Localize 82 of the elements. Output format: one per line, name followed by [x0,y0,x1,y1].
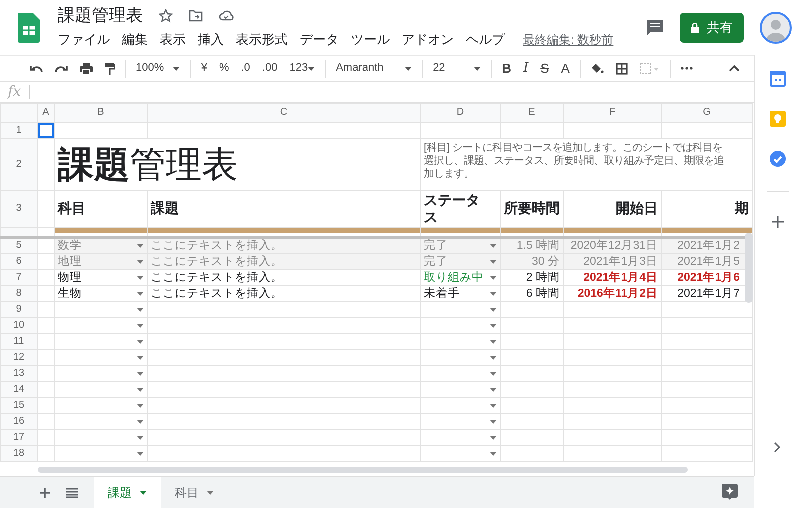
zoom-dropdown[interactable]: 100% [130,60,186,77]
column-heading: ステータス [424,192,481,226]
sheet-tab[interactable]: 課題 [94,477,161,508]
subject-cell: 生物 [58,286,82,300]
duration-cell: 30 分 [532,254,560,268]
row-header: 10 [13,320,25,330]
column-heading: 期 [735,200,749,216]
start-date-cell: 2016年11月2日 [578,286,658,300]
subject-cell: 物理 [58,270,82,284]
row-header: 17 [13,432,25,442]
document-title[interactable]: 課題管理表 [58,6,143,26]
column-heading: 所要時間 [504,200,560,216]
row-header: 7 [16,272,22,282]
column-header[interactable]: C [280,107,288,118]
status-cell: 取り組み中 [424,270,484,284]
task-cell: ここにテキストを挿入。 [151,239,283,252]
decrease-decimals-button[interactable]: .0 [235,60,256,77]
column-header[interactable]: F [609,107,616,118]
subject-cell: 地理 [58,254,82,268]
due-date-cell: 2021年1月5 [678,254,740,268]
task-cell: ここにテキストを挿入。 [151,286,283,300]
menu-item[interactable]: ヘルプ [460,30,511,50]
increase-decimals-button[interactable]: .00 [256,60,284,77]
task-cell: ここにテキストを挿入。 [151,254,283,268]
number-format-dropdown[interactable]: 123 [284,60,322,77]
status-cell: 未着手 [424,286,460,300]
row-header: 14 [13,384,25,394]
due-date-cell: 2021年1月6 [678,270,740,284]
sheet-title: 課題管理表 [58,144,238,184]
column-header[interactable]: E [528,107,536,118]
row-header: 9 [16,304,22,314]
row-header: 16 [13,416,25,426]
duration-cell: 1.5 時間 [516,239,560,252]
due-date-cell: 2021年1月7 [678,286,740,300]
status-cell: 完了 [424,239,448,252]
formula-label: fx [6,82,22,102]
row-header: 8 [16,288,22,298]
currency-button[interactable]: ¥ [195,60,214,77]
menu-item[interactable]: データ [294,30,345,50]
row-header: 18 [13,448,25,458]
sheet-tab[interactable]: 科目 [161,477,228,508]
duration-cell: 2 時間 [526,270,560,284]
start-date-cell: 2021年1月3日 [584,254,658,268]
font-dropdown[interactable]: Amaranth [330,60,418,77]
italic-button[interactable]: I [517,58,535,78]
menu-item[interactable]: ツール [345,30,396,50]
text-color-button[interactable]: A [555,58,576,78]
menu-item[interactable]: 挿入 [192,30,230,50]
row-header: 6 [16,256,22,266]
column-header[interactable]: D [456,107,464,118]
task-cell: ここにテキストを挿入。 [151,270,283,284]
start-date-cell: 2020年12月31日 [570,239,658,252]
menu-item[interactable]: 編集 [116,30,154,50]
column-header[interactable]: B [98,107,104,118]
percent-button[interactable]: % [213,60,236,77]
row-header: 15 [13,400,25,410]
last-edit-link[interactable]: 最終編集: 数秒前 [523,30,614,48]
row-header: 11 [14,336,24,346]
column-heading: 開始日 [616,200,658,216]
subject-cell: 数学 [58,239,82,252]
column-heading: 課題 [151,200,179,216]
menu-item[interactable]: ファイル [52,30,116,50]
column-heading: 科目 [58,200,86,216]
menu-item[interactable]: アドオン [396,30,460,50]
menu-item[interactable]: 表示 [154,30,192,50]
status-cell: 完了 [424,254,448,268]
start-date-cell: 2021年1月4日 [584,270,658,284]
row-header: 3 [16,203,22,214]
column-header[interactable]: G [703,107,711,118]
menu-item[interactable]: 表示形式 [230,30,294,50]
row-header: 12 [13,352,25,362]
row-header: 2 [16,158,22,170]
row-header: 1 [16,124,22,136]
row-header: 13 [13,368,25,378]
strikethrough-button[interactable]: S [534,58,556,78]
due-date-cell: 2021年1月2 [678,239,740,252]
share-button[interactable]: 共有 [680,12,744,42]
description-text: [科目] シートに科目やコースを追加します。このシートでは科目を 選択し、課題、ステータス、所要時間、取り組み予定日、期限を追 加します。 [424,142,725,181]
bold-button[interactable]: B [496,58,518,78]
font-size-dropdown[interactable]: 22 [427,60,488,77]
duration-cell: 6 時間 [526,286,560,300]
row-header: 5 [16,240,22,251]
